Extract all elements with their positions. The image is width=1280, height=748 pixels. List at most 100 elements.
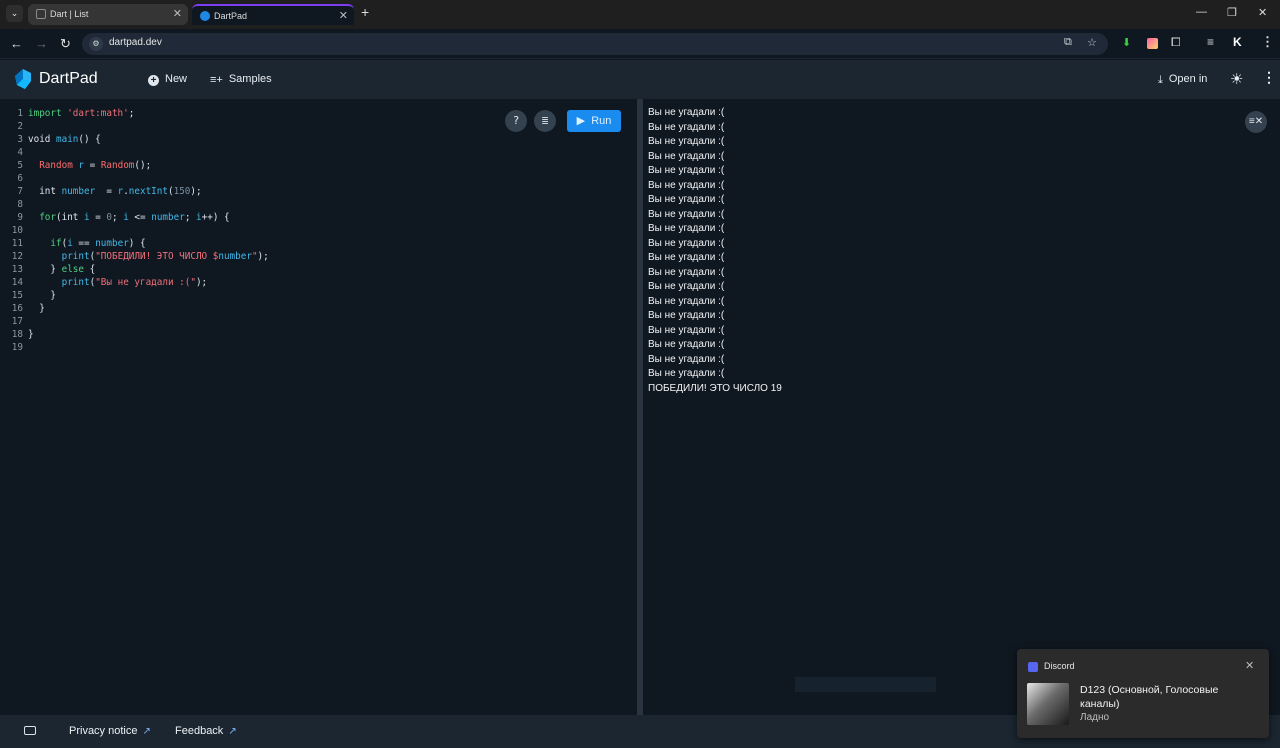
code-token: nextInt bbox=[128, 186, 168, 197]
line-number: 1 bbox=[17, 108, 23, 119]
close-window-icon[interactable]: ✕ bbox=[1258, 6, 1267, 19]
line-code[interactable]: print("Вы не угадали :("); bbox=[28, 276, 208, 289]
extensions-puzzle-icon[interactable]: ⧠ bbox=[1171, 35, 1181, 50]
privacy-notice-link[interactable]: Privacy notice ↗ bbox=[69, 725, 151, 737]
code-token: (); bbox=[134, 160, 152, 171]
code-token: print bbox=[61, 277, 90, 288]
code-token: () { bbox=[78, 134, 101, 145]
feedback-link[interactable]: Feedback ↗ bbox=[175, 725, 237, 737]
url-text[interactable]: dartpad.dev bbox=[109, 37, 162, 48]
code-token: } bbox=[28, 303, 45, 314]
line-code[interactable]: } bbox=[28, 302, 45, 315]
code-token: "ПОБЕДИЛИ! ЭТО ЧИСЛО $ bbox=[95, 251, 219, 262]
bookmark-star-icon[interactable]: ☆ bbox=[1087, 36, 1097, 49]
line-code[interactable]: Random r = Random(); bbox=[28, 159, 151, 172]
console-output: Вы не угадали :( Вы не угадали :( Вы не уг… bbox=[643, 99, 1280, 715]
code-token: import bbox=[28, 108, 68, 119]
code-token: ); bbox=[257, 251, 269, 262]
feedback-label: Feedback bbox=[175, 725, 224, 737]
code-token: 'dart:math' bbox=[67, 108, 129, 119]
app-header: DartPad + New ≡+ Samples ⤓ Open in ☀ ⋮ bbox=[0, 60, 1280, 99]
install-app-icon[interactable]: ⧉ bbox=[1064, 36, 1072, 49]
line-code[interactable]: int number = r.nextInt(150); bbox=[28, 185, 202, 198]
line-code[interactable]: } bbox=[28, 289, 56, 302]
back-icon[interactable]: ← bbox=[10, 36, 23, 51]
clear-console-icon[interactable]: ≡✕ bbox=[1245, 111, 1267, 133]
theme-toggle-icon[interactable]: ☀ bbox=[1230, 70, 1243, 88]
code-editor[interactable]: 1 import 'dart:math'; 2 3 void main() {4 5 Ra… bbox=[0, 99, 637, 715]
line-code[interactable]: } bbox=[28, 328, 34, 341]
code-token: number bbox=[95, 238, 129, 249]
output-line: Вы не угадали :( bbox=[648, 310, 725, 321]
line-number: 18 bbox=[11, 329, 23, 340]
discord-notification[interactable]: Discord ✕ D123 (Основной, Голосовые кана… bbox=[1017, 649, 1269, 738]
code-token: == bbox=[72, 238, 96, 249]
minimize-icon[interactable]: — bbox=[1196, 6, 1207, 18]
close-icon[interactable]: ✕ bbox=[339, 6, 348, 27]
line-code[interactable]: print("ПОБЕДИЛИ! ЭТО ЧИСЛО $number"); bbox=[28, 250, 269, 263]
playlist-add-icon: ≡+ bbox=[210, 74, 223, 86]
line-number: 12 bbox=[11, 251, 23, 262]
output-line: Вы не угадали :( bbox=[648, 107, 725, 118]
code-token: <= bbox=[128, 212, 152, 223]
code-token: number bbox=[151, 212, 185, 223]
extension-icon[interactable] bbox=[1147, 38, 1158, 49]
code-token: } bbox=[28, 290, 56, 301]
line-code[interactable]: import 'dart:math'; bbox=[28, 107, 134, 120]
output-line: Вы не угадали :( bbox=[648, 194, 725, 205]
output-line: Вы не угадали :( bbox=[648, 237, 725, 249]
code-token: ); bbox=[190, 186, 202, 197]
browser-menu-icon[interactable]: ⋮ bbox=[1261, 34, 1274, 50]
tab-dartpad[interactable]: DartPad ✕ bbox=[192, 4, 354, 25]
address-bar[interactable]: ⚙ dartpad.dev ⧉ ☆ bbox=[82, 33, 1108, 55]
code-token: ) { bbox=[128, 238, 146, 249]
notification-body: Ладно bbox=[1080, 712, 1110, 723]
line-number: 17 bbox=[11, 316, 23, 327]
output-line: Вы не угадали :( bbox=[648, 281, 725, 292]
profile-icon[interactable]: K bbox=[1233, 35, 1242, 49]
app-title: DartPad bbox=[39, 70, 98, 87]
restore-icon[interactable]: ❐ bbox=[1227, 6, 1237, 19]
code-token: main bbox=[56, 134, 79, 145]
close-icon[interactable]: ✕ bbox=[1245, 659, 1254, 672]
open-in-button[interactable]: ⤓ Open in bbox=[1158, 73, 1207, 86]
line-code[interactable]: for(int i = 0; i <= number; i++) { bbox=[28, 211, 229, 224]
line-code[interactable]: void main() { bbox=[28, 133, 101, 146]
close-icon[interactable]: ✕ bbox=[173, 4, 182, 25]
help-icon[interactable]: ? bbox=[505, 110, 527, 132]
code-token: = bbox=[84, 160, 101, 171]
code-token: int bbox=[28, 186, 62, 197]
external-link-icon: ↗ bbox=[142, 726, 151, 737]
new-tab-button[interactable]: + bbox=[361, 4, 369, 20]
media-control-icon[interactable]: ≡ bbox=[1207, 35, 1214, 49]
tab-dart-list[interactable]: Dart | List ✕ bbox=[28, 4, 188, 25]
reload-icon[interactable]: ↻ bbox=[60, 36, 71, 52]
code-token: Random bbox=[100, 160, 135, 171]
run-button[interactable]: ▶ Run bbox=[567, 110, 621, 132]
line-number: 11 bbox=[11, 238, 23, 249]
browser-tab-bar: ⌄ Dart | List ✕ DartPad ✕ + — ❐ ✕ bbox=[0, 0, 1280, 29]
avatar bbox=[1027, 683, 1069, 725]
line-number: 5 bbox=[17, 160, 23, 171]
format-icon[interactable]: ≣ bbox=[534, 110, 556, 132]
line-number: 7 bbox=[17, 186, 23, 197]
keyboard-icon[interactable] bbox=[24, 726, 36, 735]
code-token: else bbox=[61, 264, 84, 275]
browser-toolbar: ← → ↻ ⚙ dartpad.dev ⧉ ☆ ⬇ ⧠ ≡ K ⋮ bbox=[0, 29, 1280, 59]
line-code[interactable]: } else { bbox=[28, 263, 95, 276]
site-info-icon[interactable]: ⚙ bbox=[89, 37, 103, 51]
new-button[interactable]: + New bbox=[148, 73, 187, 86]
line-number: 2 bbox=[17, 121, 23, 132]
more-menu-icon[interactable]: ⋮ bbox=[1262, 69, 1276, 86]
line-number: 19 bbox=[11, 342, 23, 353]
forward-icon[interactable]: → bbox=[35, 36, 48, 51]
code-token: void bbox=[28, 134, 56, 145]
code-token: ; bbox=[184, 212, 197, 223]
output-line: Вы не угадали :( bbox=[648, 179, 725, 191]
samples-button[interactable]: ≡+ Samples bbox=[210, 73, 272, 86]
line-code[interactable]: if(i == number) { bbox=[28, 237, 146, 250]
code-token: "Вы не угадали :(" bbox=[95, 277, 196, 288]
tab-list-button[interactable]: ⌄ bbox=[6, 5, 23, 22]
download-extension-icon[interactable]: ⬇ bbox=[1122, 36, 1131, 49]
